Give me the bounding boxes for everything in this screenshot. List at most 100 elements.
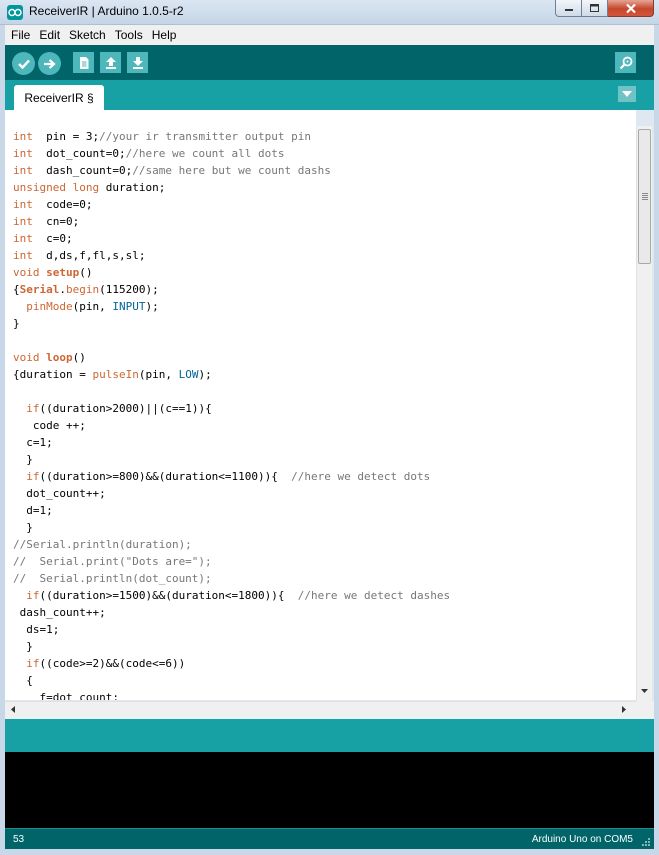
- window-title: ReceiverIR | Arduino 1.0.5-r2: [29, 4, 184, 18]
- maximize-button[interactable]: [582, 0, 608, 17]
- chevron-down-icon: [622, 91, 632, 97]
- code-line[interactable]: d=1;: [13, 502, 450, 519]
- code-line[interactable]: if((duration>2000)||(c==1)){: [13, 400, 450, 417]
- code-token: d=1;: [13, 504, 53, 517]
- tab-receiverir[interactable]: ReceiverIR §: [14, 85, 104, 110]
- serial-monitor-button[interactable]: [615, 52, 636, 73]
- code-line[interactable]: unsigned long duration;: [13, 179, 450, 196]
- code-line[interactable]: if((code>=2)&&(code<=6)): [13, 655, 450, 672]
- console-output[interactable]: [5, 752, 654, 828]
- code-line[interactable]: {Serial.begin(115200);: [13, 281, 450, 298]
- tab-menu-button[interactable]: [618, 86, 636, 102]
- code-line[interactable]: pinMode(pin, INPUT);: [13, 298, 450, 315]
- serial-monitor-magnifier-icon: [619, 56, 632, 69]
- code-token: pin = 3;: [32, 130, 100, 143]
- code-token: {duration =: [13, 368, 93, 381]
- code-token: ((duration>2000)||(c==1)){: [39, 402, 212, 415]
- code-token: c=0;: [32, 232, 73, 245]
- code-line[interactable]: int dot_count=0;//here we count all dots: [13, 145, 450, 162]
- menu-help[interactable]: Help: [151, 28, 178, 42]
- code-line[interactable]: int dash_count=0;//same here but we coun…: [13, 162, 450, 179]
- code-line[interactable]: // Serial.print("Dots are=");: [13, 553, 450, 570]
- code-token: .: [59, 283, 66, 296]
- vertical-scrollbar[interactable]: [636, 126, 652, 702]
- code-token: (): [72, 351, 86, 364]
- code-token: setup: [46, 266, 80, 279]
- scroll-left-arrow-icon[interactable]: [11, 706, 16, 714]
- code-line[interactable]: if((duration>=800)&&(duration<=1100)){ /…: [13, 468, 450, 485]
- code-line[interactable]: // Serial.println(dot_count);: [13, 570, 450, 587]
- code-token: if: [26, 470, 40, 483]
- code-token: duration;: [99, 181, 166, 194]
- save-button[interactable]: [127, 52, 148, 73]
- code-token: Serial: [19, 283, 60, 296]
- code-line[interactable]: void loop(): [13, 349, 450, 366]
- code-token: long: [72, 181, 100, 194]
- code-token: //Serial.println(duration);: [13, 538, 192, 551]
- code-line[interactable]: }: [13, 638, 450, 655]
- code-line[interactable]: {duration = pulseIn(pin, LOW);: [13, 366, 450, 383]
- menu-edit[interactable]: Edit: [38, 28, 61, 42]
- code-token: (115200);: [99, 283, 159, 296]
- scroll-right-arrow-icon[interactable]: [622, 706, 627, 714]
- vertical-scroll-thumb[interactable]: [638, 129, 651, 264]
- code-line[interactable]: code ++;: [13, 417, 450, 434]
- toolbar: [5, 45, 654, 80]
- code-text[interactable]: int pin = 3;//your ir transmitter output…: [13, 128, 450, 700]
- menu-file[interactable]: File: [10, 28, 31, 42]
- code-token: if: [26, 402, 40, 415]
- verify-button[interactable]: [12, 52, 35, 75]
- code-token: if: [26, 657, 40, 670]
- code-token: pinMode: [26, 300, 73, 313]
- code-line[interactable]: int pin = 3;//your ir transmitter output…: [13, 128, 450, 145]
- code-token: pulseIn: [92, 368, 139, 381]
- code-token: dot_count=0;: [32, 147, 126, 160]
- code-line[interactable]: [13, 332, 450, 349]
- open-button[interactable]: [100, 52, 121, 73]
- code-token: );: [198, 368, 212, 381]
- code-line[interactable]: int cn=0;: [13, 213, 450, 230]
- resize-grip-icon[interactable]: [641, 837, 651, 847]
- menu-tools[interactable]: Tools: [114, 28, 144, 42]
- code-line[interactable]: }: [13, 315, 450, 332]
- code-line[interactable]: int c=0;: [13, 230, 450, 247]
- code-line[interactable]: [13, 383, 450, 400]
- minimize-button[interactable]: [555, 0, 582, 17]
- menu-bar: File Edit Sketch Tools Help: [5, 25, 654, 45]
- code-line[interactable]: }: [13, 451, 450, 468]
- code-line[interactable]: c=1;: [13, 434, 450, 451]
- code-token: // Serial.println(dot_count);: [13, 572, 212, 585]
- minimize-icon: [564, 9, 573, 11]
- upload-button[interactable]: [38, 52, 61, 75]
- code-token: ((duration>=800)&&(duration<=1100)){: [39, 470, 292, 483]
- code-token: }: [13, 640, 33, 653]
- code-line[interactable]: if((duration>=1500)&&(duration<=1800)){ …: [13, 587, 450, 604]
- new-button[interactable]: [73, 52, 94, 73]
- code-line[interactable]: int code=0;: [13, 196, 450, 213]
- code-token: cn=0;: [32, 215, 80, 228]
- upload-arrow-icon: [43, 58, 56, 69]
- code-line[interactable]: dash_count++;: [13, 604, 450, 621]
- horizontal-scrollbar[interactable]: [5, 701, 636, 717]
- code-line[interactable]: void setup(): [13, 264, 450, 281]
- save-arrow-down-icon: [132, 56, 143, 69]
- code-line[interactable]: }: [13, 519, 450, 536]
- code-line[interactable]: int d,ds,f,fl,s,sl;: [13, 247, 450, 264]
- menu-sketch[interactable]: Sketch: [68, 28, 107, 42]
- code-line[interactable]: ds=1;: [13, 621, 450, 638]
- code-token: ds=1;: [13, 623, 60, 636]
- scroll-down-arrow-icon[interactable]: [641, 689, 649, 694]
- grip-icon: [642, 193, 648, 201]
- code-token: begin: [66, 283, 100, 296]
- code-token: int: [13, 164, 33, 177]
- title-bar[interactable]: ReceiverIR | Arduino 1.0.5-r2: [0, 0, 659, 25]
- code-line[interactable]: //Serial.println(duration);: [13, 536, 450, 553]
- code-token: dash_count++;: [13, 606, 106, 619]
- close-button[interactable]: [608, 0, 654, 17]
- code-editor[interactable]: int pin = 3;//your ir transmitter output…: [5, 110, 636, 700]
- code-line[interactable]: f=dot_count;: [13, 689, 450, 700]
- code-line[interactable]: {: [13, 672, 450, 689]
- code-line[interactable]: dot_count++;: [13, 485, 450, 502]
- code-token: (): [79, 266, 93, 279]
